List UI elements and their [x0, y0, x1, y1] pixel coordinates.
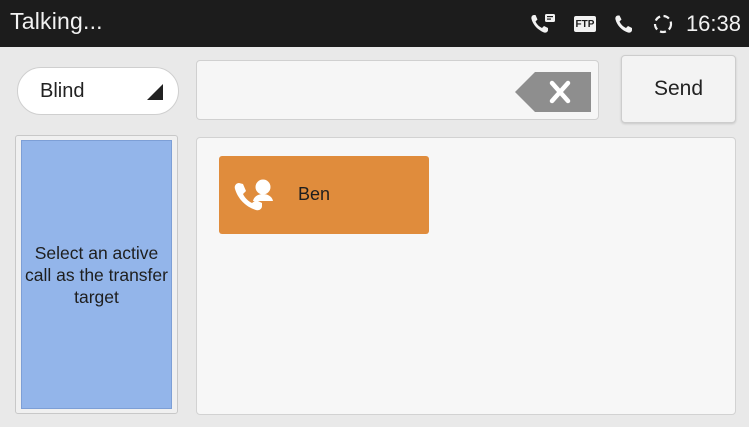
- transfer-target-slot[interactable]: Select an active call as the transfer ta…: [21, 140, 172, 409]
- sync-icon: [652, 13, 674, 35]
- transfer-target-panel: Select an active call as the transfer ta…: [15, 135, 178, 414]
- send-button[interactable]: Send: [621, 55, 736, 123]
- clock: 16:38: [685, 11, 741, 36]
- active-call-card[interactable]: Ben: [219, 156, 429, 234]
- call-status-title: Talking...: [10, 8, 103, 34]
- ftp-icon: FTP: [573, 16, 596, 32]
- dropdown-triangle-icon: [146, 83, 164, 106]
- voicemail-call-icon: [530, 13, 556, 35]
- transfer-mode-dropdown[interactable]: Blind: [17, 67, 179, 115]
- active-call-contact-icon: [233, 177, 275, 218]
- active-calls-panel: Ben: [196, 137, 736, 415]
- phone-icon: [614, 14, 634, 34]
- active-call-name: Ben: [298, 184, 331, 204]
- transfer-mode-label: Blind: [40, 80, 85, 102]
- status-icons: FTP 16:38: [512, 10, 741, 38]
- transfer-target-hint: Select an active call as the transfer ta…: [25, 242, 168, 307]
- status-bar: Talking... FTP 16:38: [0, 0, 749, 47]
